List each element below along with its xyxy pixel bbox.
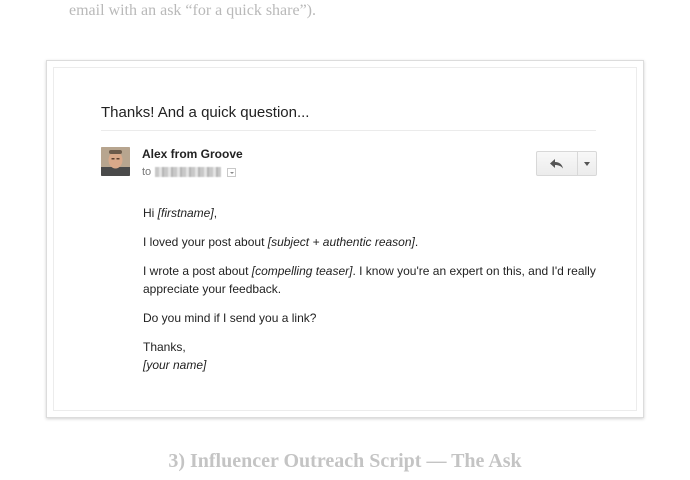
line1-placeholder: [subject + authentic reason] bbox=[267, 235, 415, 249]
more-options-button[interactable] bbox=[578, 152, 596, 175]
sender-avatar[interactable] bbox=[101, 147, 130, 176]
greeting-prefix: Hi bbox=[143, 206, 158, 220]
figure-caption: 3) Influencer Outreach Script — The Ask bbox=[168, 450, 522, 472]
email-screenshot-frame: Thanks! And a quick question... Alex fro… bbox=[46, 60, 644, 418]
body-line-3: Do you mind if I send you a link? bbox=[143, 311, 317, 325]
body-line-1: I loved your post about [subject + authe… bbox=[143, 233, 613, 251]
greeting-placeholder: [firstname] bbox=[157, 206, 214, 220]
reply-button-group bbox=[536, 151, 597, 176]
avatar-photo-icon bbox=[101, 147, 130, 176]
signature-block: Thanks, [your name] bbox=[143, 338, 613, 374]
subject-divider bbox=[101, 130, 596, 131]
line1-suffix: . bbox=[414, 235, 419, 249]
recipient-redacted bbox=[155, 167, 222, 177]
email-subject: Thanks! And a quick question... bbox=[101, 104, 310, 121]
signoff: Thanks, bbox=[143, 340, 186, 354]
line2-prefix: I wrote a post about bbox=[143, 264, 252, 278]
line2-placeholder: [compelling teaser] bbox=[251, 264, 353, 278]
signature-placeholder: [your name] bbox=[143, 358, 207, 372]
caret-down-icon[interactable] bbox=[227, 167, 237, 177]
greeting-line: Hi [firstname], bbox=[143, 204, 613, 222]
reply-button[interactable] bbox=[537, 152, 578, 175]
greeting-suffix: , bbox=[213, 206, 218, 220]
sender-name[interactable]: Alex from Groove bbox=[142, 147, 243, 161]
to-label: to bbox=[142, 166, 152, 178]
email-body: Hi [firstname], I loved your post about … bbox=[143, 204, 613, 385]
email-panel: Thanks! And a quick question... Alex fro… bbox=[53, 67, 637, 411]
line1-prefix: I loved your post about bbox=[143, 235, 268, 249]
reply-arrow-icon bbox=[550, 158, 563, 168]
chevron-down-icon bbox=[584, 161, 590, 166]
intro-text: email with an ask “for a quick share”). bbox=[69, 2, 317, 19]
recipient-line: to bbox=[142, 166, 237, 178]
body-line-2: I wrote a post about [compelling teaser]… bbox=[143, 262, 613, 298]
